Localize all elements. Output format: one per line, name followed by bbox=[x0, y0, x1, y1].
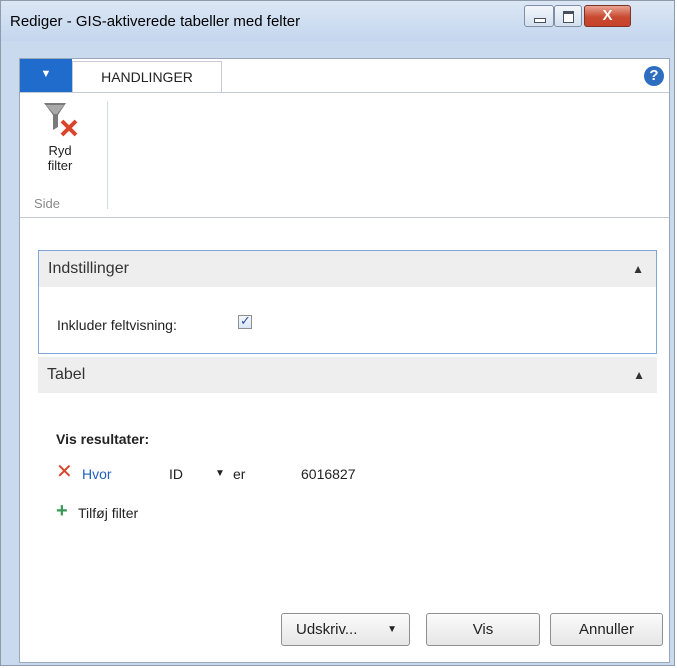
close-icon: X bbox=[602, 7, 613, 24]
plus-icon: + bbox=[56, 500, 68, 522]
maximize-button[interactable] bbox=[554, 5, 582, 27]
clear-filter-button[interactable]: Ryd filter bbox=[30, 99, 90, 183]
filter-value-input[interactable]: 6016827 bbox=[301, 466, 356, 482]
dialog-client-area: ▼ HANDLINGER ? Ryd filter Side Indstilli… bbox=[19, 58, 670, 663]
filter-field-select[interactable]: ID bbox=[169, 466, 183, 482]
caret-down-icon: ▼ bbox=[40, 68, 52, 80]
title-bar: Rediger - GIS-aktiverede tabeller med fe… bbox=[1, 1, 674, 41]
show-button[interactable]: Vis bbox=[426, 613, 540, 646]
chevron-up-icon[interactable]: ▲ bbox=[632, 262, 644, 276]
cancel-button[interactable]: Annuller bbox=[550, 613, 663, 646]
clear-filter-label-line1: Ryd bbox=[48, 143, 72, 158]
include-field-view-checkbox[interactable] bbox=[238, 313, 252, 329]
ribbon-body: Ryd filter Side bbox=[20, 92, 669, 218]
print-button-label: Udskriv... bbox=[296, 621, 358, 638]
table-fasttab-title: Tabel bbox=[47, 366, 86, 383]
minimize-button[interactable] bbox=[524, 5, 554, 27]
settings-fasttab-header[interactable]: Indstillinger ▲ bbox=[39, 251, 656, 287]
tab-handlinger[interactable]: HANDLINGER bbox=[72, 61, 222, 92]
table-fasttab-header[interactable]: Tabel ▲ bbox=[38, 357, 657, 393]
close-button[interactable]: X bbox=[584, 5, 631, 27]
caret-down-icon: ▼ bbox=[387, 624, 397, 635]
show-results-heading: Vis resultater: bbox=[56, 431, 150, 447]
caret-down-icon[interactable]: ▼ bbox=[215, 466, 225, 482]
clear-filter-label-line2: filter bbox=[47, 158, 73, 173]
settings-fasttab: Indstillinger ▲ Inkluder feltvisning: bbox=[38, 250, 657, 354]
window-title: Rediger - GIS-aktiverede tabeller med fe… bbox=[10, 13, 301, 30]
table-fasttab: Tabel ▲ bbox=[38, 357, 657, 393]
include-field-view-label: Inkluder feltvisning: bbox=[57, 317, 177, 333]
remove-filter-icon[interactable]: ✕ bbox=[56, 462, 73, 482]
ribbon-group-divider bbox=[107, 101, 108, 209]
dialog-window: Rediger - GIS-aktiverede tabeller med fe… bbox=[0, 0, 675, 666]
filter-prefix: Hvor bbox=[82, 466, 112, 482]
add-filter-label: Tilføj filter bbox=[78, 505, 139, 521]
filter-row: ✕ Hvor ID ▼ er 6016827 bbox=[56, 462, 556, 484]
help-icon[interactable]: ? bbox=[644, 66, 664, 86]
filter-operator: er bbox=[233, 466, 246, 482]
ribbon-group-label: Side bbox=[34, 196, 61, 211]
print-button[interactable]: Udskriv... ▼ bbox=[281, 613, 410, 646]
settings-fasttab-title: Indstillinger bbox=[48, 260, 129, 277]
add-filter-link[interactable]: + Tilføj filter bbox=[56, 500, 256, 524]
ribbon-menu-button[interactable]: ▼ bbox=[20, 59, 72, 92]
clear-filter-icon bbox=[44, 103, 78, 137]
ribbon-tab-bar: ▼ HANDLINGER ? bbox=[20, 59, 669, 92]
chevron-up-icon[interactable]: ▲ bbox=[633, 368, 645, 382]
